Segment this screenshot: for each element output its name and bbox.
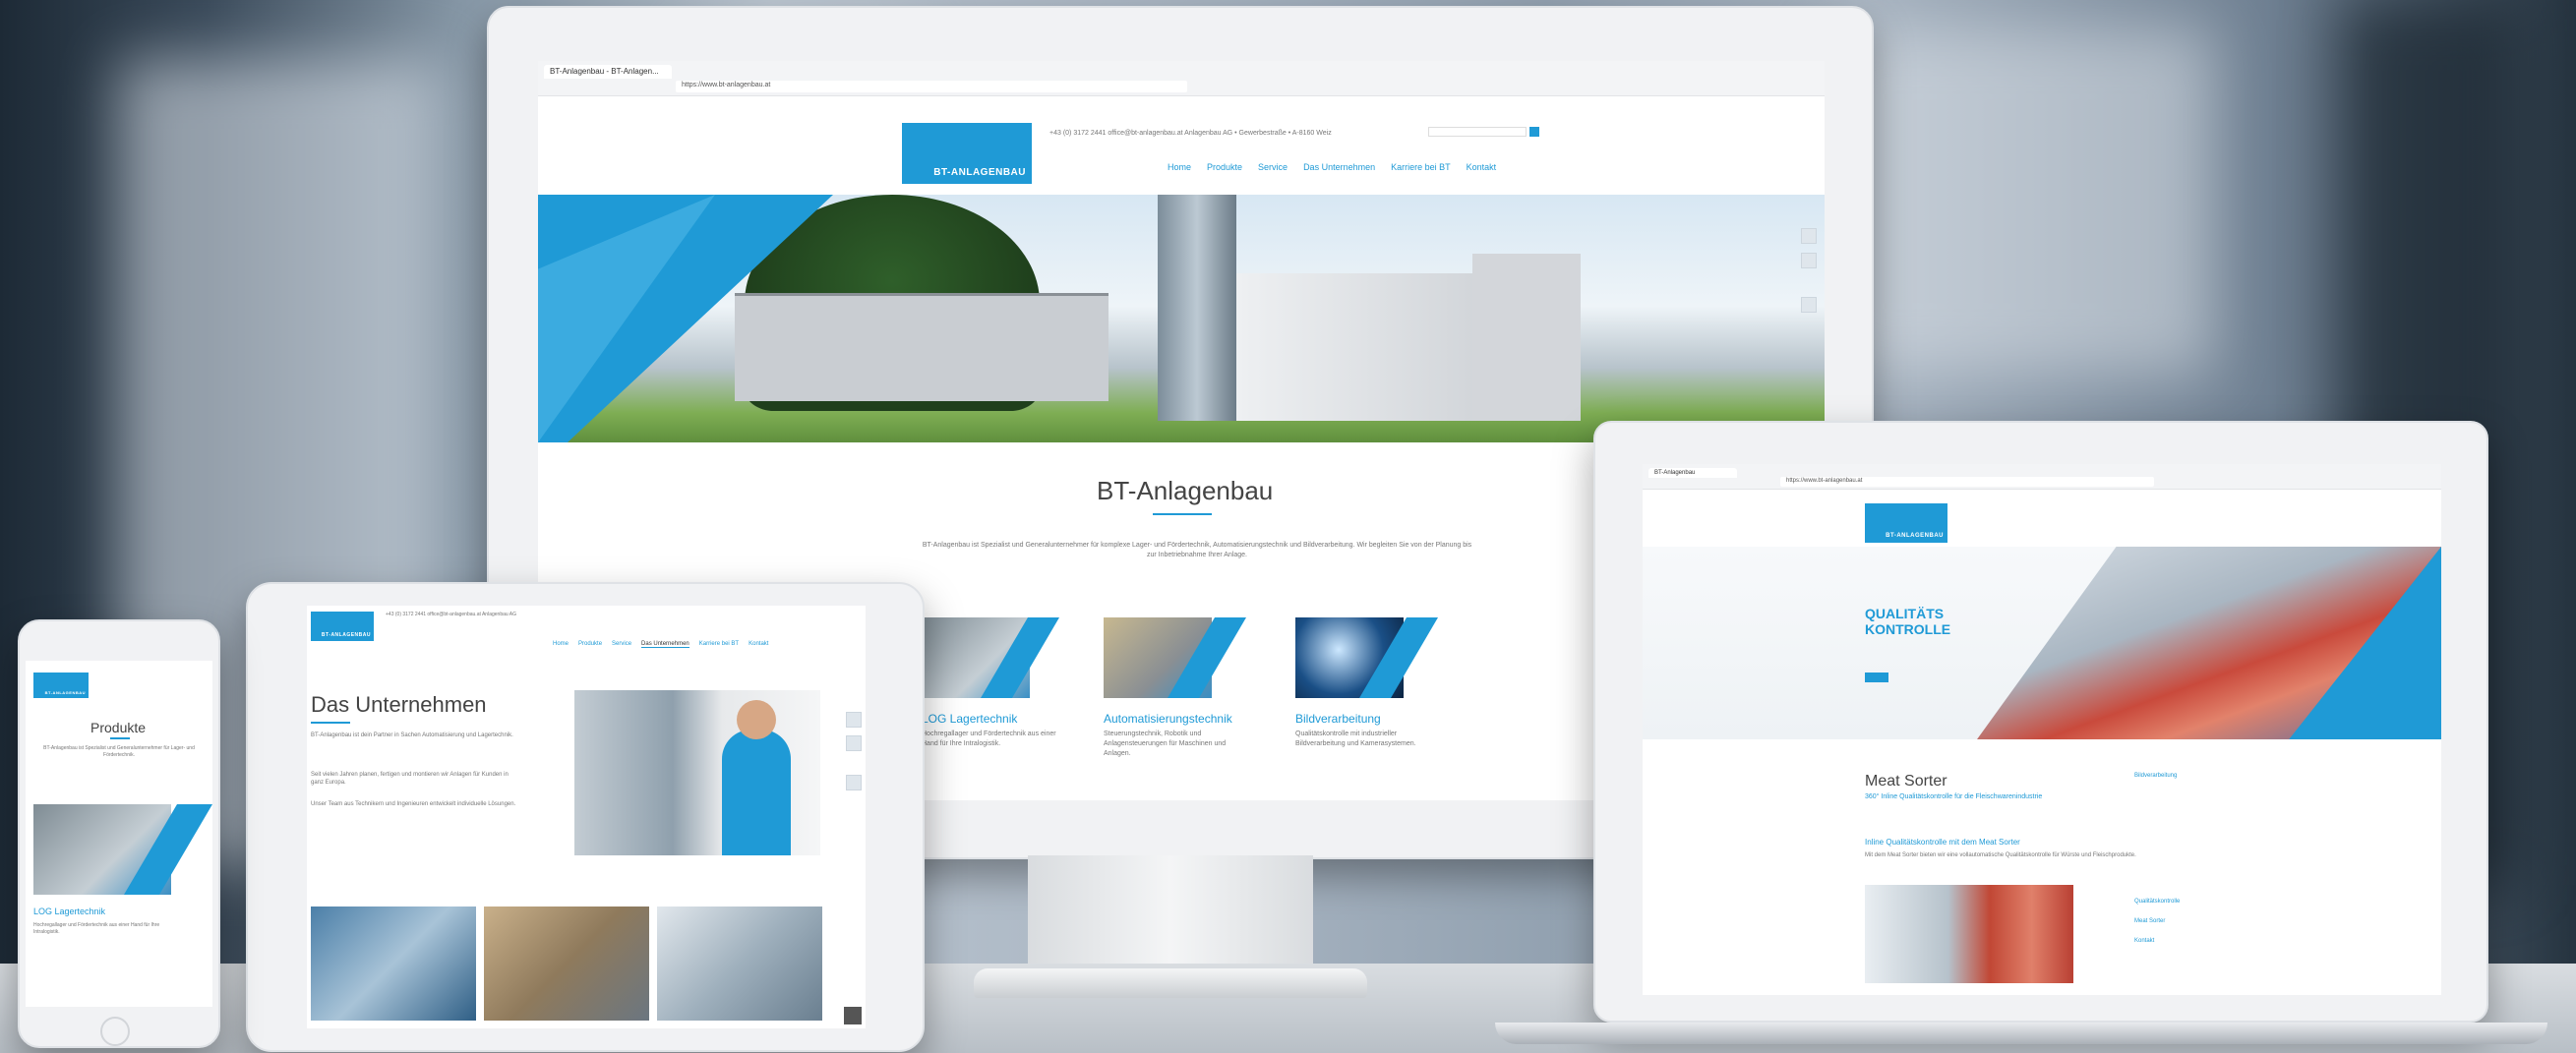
laptop-browser-tab[interactable]: BT-Anlagenbau xyxy=(1648,468,1737,478)
hero-title-line-1: QUALITÄTS xyxy=(1865,606,1945,621)
nav-item-career[interactable]: Karriere bei BT xyxy=(1391,162,1451,172)
tablet-share-button[interactable] xyxy=(846,712,862,728)
nav-item-home[interactable]: Home xyxy=(1168,162,1191,172)
laptop-sidebar-2[interactable]: Qualitätskontrolle xyxy=(2134,897,2180,907)
tablet-page-title: Das Unternehmen xyxy=(311,692,487,717)
tablet-mail-button[interactable] xyxy=(846,775,862,790)
intro-text: BT-Anlagenbau ist Spezialist und General… xyxy=(922,542,1472,558)
tablet-nav-company[interactable]: Das Unternehmen xyxy=(641,641,689,648)
tablet-paragraph-2: Seit vielen Jahren planen, fertigen und … xyxy=(311,772,509,786)
tablet-title-underline xyxy=(311,722,350,724)
tablet-gallery-image-2 xyxy=(484,907,649,1021)
hero-title-line-2: KONTROLLE xyxy=(1865,621,1951,637)
tablet-image-technician xyxy=(574,690,820,855)
nav-item-company[interactable]: Das Unternehmen xyxy=(1303,162,1375,172)
browser-tab[interactable]: BT-Anlagenbau - BT-Anlagen... xyxy=(544,65,672,79)
laptop-subheading: 360° Inline Qualitätskontrolle für die F… xyxy=(1865,793,2043,800)
tablet-paragraph-3: Unser Team aus Technikern und Ingenieure… xyxy=(311,801,516,807)
address-bar[interactable]: https://www.bt-anlagenbau.at xyxy=(676,81,1187,92)
card-text-automation: Steuerungstechnik, Robotik und Anlagenst… xyxy=(1104,731,1227,757)
search-input[interactable] xyxy=(1428,127,1527,137)
laptop-sidebar-1[interactable]: Bildverarbeitung xyxy=(2134,771,2177,781)
mail-button[interactable] xyxy=(1801,297,1817,313)
top-contact-info: +43 (0) 3172 2441 office@bt-anlagenbau.a… xyxy=(1049,130,1332,137)
tablet-gallery-image-1 xyxy=(311,907,476,1021)
laptop-hero-meat-sorter xyxy=(1643,547,2441,739)
laptop-content-image xyxy=(1865,885,2073,983)
site-logo[interactable]: BT-ANLAGENBAU xyxy=(902,123,1032,184)
laptop-page-title: Meat Sorter xyxy=(1865,773,1947,790)
laptop-address-bar[interactable]: https://www.bt-anlagenbau.at xyxy=(1780,477,2154,487)
main-navigation: Home Produkte Service Das Unternehmen Ka… xyxy=(1168,162,1496,172)
tablet-gallery-image-3 xyxy=(657,907,822,1021)
laptop-screen: BT-Anlagenbau https://www.bt-anlagenbau.… xyxy=(1643,464,2441,995)
phone-product-text: Hochregallager und Fördertechnik aus ein… xyxy=(33,922,160,935)
nav-item-contact[interactable]: Kontakt xyxy=(1467,162,1497,172)
tablet-screen: BT-ANLAGENBAU +43 (0) 3172 2441 office@b… xyxy=(307,606,866,1028)
phone-page-title: Produkte xyxy=(90,720,147,735)
browser-toolbar: BT-Anlagenbau - BT-Anlagen... https://ww… xyxy=(538,61,1825,96)
card-text-imaging: Qualitätskontrolle mit industrieller Bil… xyxy=(1295,731,1416,747)
tablet-nav-contact[interactable]: Kontakt xyxy=(749,641,768,648)
tablet-frame: BT-ANLAGENBAU +43 (0) 3172 2441 office@b… xyxy=(246,582,925,1052)
phone-home-button[interactable] xyxy=(100,1017,130,1046)
laptop-frame: BT-Anlagenbau https://www.bt-anlagenbau.… xyxy=(1593,421,2488,1023)
tablet-paragraph-1: BT-Anlagenbau ist dein Partner in Sachen… xyxy=(311,732,513,738)
tablet-top-info: +43 (0) 3172 2441 office@bt-anlagenbau.a… xyxy=(386,612,517,617)
phone-title-underline xyxy=(110,737,130,739)
laptop-site-logo[interactable]: BT-ANLAGENBAU xyxy=(1865,503,1947,543)
phone-product-title[interactable]: LOG Lagertechnik xyxy=(33,907,105,916)
nav-item-products[interactable]: Produkte xyxy=(1207,162,1242,172)
tablet-nav-service[interactable]: Service xyxy=(612,641,631,648)
laptop-sidebar-3[interactable]: Meat Sorter xyxy=(2134,916,2165,926)
phone-site-logo[interactable]: BT-ANLAGENBAU xyxy=(33,673,89,698)
search-icon[interactable] xyxy=(1529,127,1539,137)
card-title-automation[interactable]: Automatisierungstechnik xyxy=(1104,712,1232,726)
card-title-lagertechnik[interactable]: LOG Lagertechnik xyxy=(922,712,1017,726)
share-button[interactable] xyxy=(1801,228,1817,244)
laptop-browser-toolbar: BT-Anlagenbau https://www.bt-anlagenbau.… xyxy=(1643,464,2441,490)
tablet-nav-products[interactable]: Produkte xyxy=(578,641,602,648)
laptop-sidebar-4[interactable]: Kontakt xyxy=(2134,936,2154,946)
print-button[interactable] xyxy=(1801,253,1817,268)
laptop-section-title: Inline Qualitätskontrolle mit dem Meat S… xyxy=(1865,838,2020,847)
phone-frame: BT-ANLAGENBAU Produkte BT-Anlagenbau ist… xyxy=(18,619,220,1048)
tablet-site-logo[interactable]: BT-ANLAGENBAU xyxy=(311,612,374,641)
hero-more-button[interactable] xyxy=(1865,673,1888,682)
monitor-stand xyxy=(1028,855,1313,964)
tablet-navigation: Home Produkte Service Das Unternehmen Ka… xyxy=(553,641,768,648)
monitor-stand-base xyxy=(974,968,1367,998)
card-title-imaging[interactable]: Bildverarbeitung xyxy=(1295,712,1381,726)
tablet-nav-home[interactable]: Home xyxy=(553,641,569,648)
phone-screen: BT-ANLAGENBAU Produkte BT-Anlagenbau ist… xyxy=(26,661,212,1007)
phone-intro-text: BT-Anlagenbau ist Spezialist und General… xyxy=(43,745,195,758)
hero-image-company-building xyxy=(538,195,1825,442)
tablet-print-button[interactable] xyxy=(846,735,862,751)
card-text-lagertechnik: Hochregallager und Fördertechnik aus ein… xyxy=(922,731,1056,747)
tablet-nav-career[interactable]: Karriere bei BT xyxy=(699,641,739,648)
title-underline xyxy=(1153,513,1212,515)
nav-item-service[interactable]: Service xyxy=(1258,162,1288,172)
laptop-body-text: Mit dem Meat Sorter bieten wir eine voll… xyxy=(1865,852,2136,858)
scroll-top-button[interactable] xyxy=(844,1007,862,1024)
page-title: BT-Anlagenbau xyxy=(1097,476,1274,505)
laptop-base xyxy=(1495,1023,2547,1044)
